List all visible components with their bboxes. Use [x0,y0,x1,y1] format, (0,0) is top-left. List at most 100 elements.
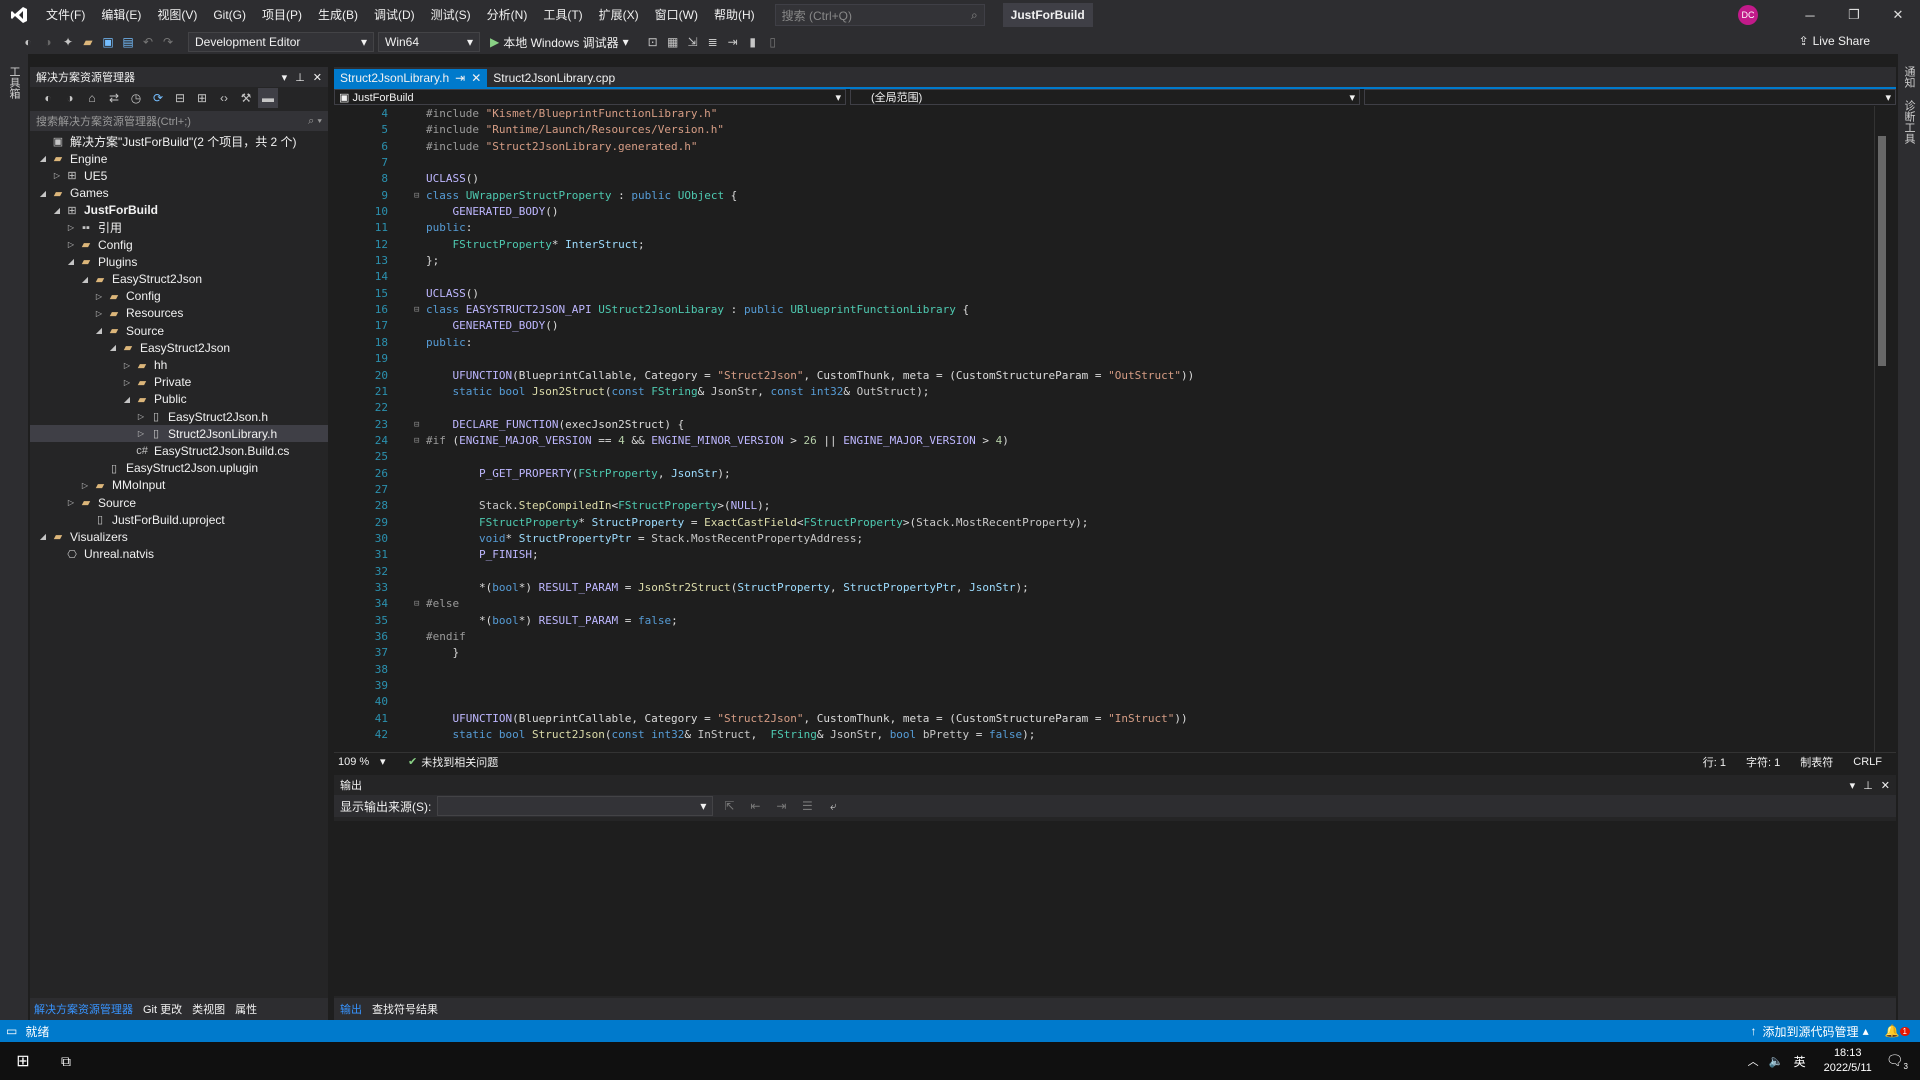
close-icon[interactable]: ✕ [1876,0,1920,30]
menu-item[interactable]: Git(G) [205,0,254,30]
start-debugging-button[interactable]: ▶ 本地 Windows 调试器 ▾ [490,34,629,51]
tree-item[interactable]: ◢ ▰ Visualizers [30,528,328,545]
tree-item[interactable]: ▷ ▯ Struct2JsonLibrary.h [30,425,328,443]
tabs-mode[interactable]: 制表符 [1800,754,1833,770]
close-icon[interactable]: ✕ [1881,779,1890,792]
platform-select[interactable]: Win64 ▾ [378,32,480,52]
tree-item[interactable]: ▷ ▰ MMoInput [30,477,328,494]
menu-item[interactable]: 工具(T) [535,0,590,30]
minimize-icon[interactable]: ─ [1788,0,1832,30]
issues-status[interactable]: 未找到相关问题 [421,754,498,770]
configuration-select[interactable]: Development Editor ▾ [188,32,374,52]
add-to-source-control-button[interactable]: 添加到源代码管理 [1763,1023,1859,1040]
code-editor[interactable]: 4 #include "Kismet/BlueprintFunctionLibra… [334,106,1874,752]
tree-item[interactable]: c# EasyStruct2Json.Build.cs [30,442,328,459]
fold-toggle-icon[interactable]: ⊟ [414,596,424,612]
collapsed-arrow-icon[interactable]: ▷ [134,412,148,421]
collapsed-arrow-icon[interactable]: ▷ [78,481,92,490]
fold-toggle-icon[interactable]: ⊟ [414,417,424,433]
tree-item[interactable]: ▣ 解决方案"JustForBuild"(2 个项目，共 2 个) [30,133,328,150]
menu-item[interactable]: 扩展(X) [591,0,647,30]
menu-item[interactable]: 生成(B) [310,0,366,30]
step-icon[interactable]: ⇲ [683,32,703,52]
expanded-arrow-icon[interactable]: ◢ [106,343,120,352]
redo-icon[interactable]: ↷ [158,32,178,52]
word-wrap-icon[interactable]: ⤶ [823,796,843,816]
indent-icon[interactable]: ⇥ [723,32,743,52]
expanded-arrow-icon[interactable]: ◢ [36,189,50,198]
search-input[interactable]: 搜索 (Ctrl+Q) ⌕ [774,4,985,26]
sync-icon[interactable]: ⟳ [148,88,168,108]
output-source-select[interactable]: ▾ [437,796,714,816]
menu-item[interactable]: 帮助(H) [706,0,763,30]
volume-icon[interactable]: 🔈 [1769,1054,1784,1068]
collapsed-arrow-icon[interactable]: ▷ [92,309,106,318]
collapsed-arrow-icon[interactable]: ▷ [64,240,78,249]
ime-indicator[interactable]: 英 [1794,1053,1806,1070]
notification-bell-icon[interactable]: 🔔 1 [1885,1024,1910,1038]
menu-item[interactable]: 调试(D) [366,0,423,30]
expanded-arrow-icon[interactable]: ◢ [120,395,134,404]
editor-tab[interactable]: Struct2JsonLibrary.h ⇥ ✕ [334,69,488,87]
back-icon[interactable]: ◐ [18,32,38,52]
new-project-icon[interactable]: ✦ [58,32,78,52]
tool-window-tab[interactable]: 解决方案资源管理器 [34,1001,133,1017]
collapsed-arrow-icon[interactable]: ▷ [120,361,134,370]
collapse-all-icon[interactable]: ⊟ [170,88,190,108]
collapsed-arrow-icon[interactable]: ▷ [120,378,134,387]
collapsed-arrow-icon[interactable]: ▷ [64,223,78,232]
task-view-icon[interactable]: ⧉ [46,1053,86,1070]
menu-item[interactable]: 分析(N) [479,0,536,30]
code-view-icon[interactable]: ‹› [214,88,234,108]
home-icon[interactable]: ⌂ [82,88,102,108]
tree-item[interactable]: ◢ ▰ EasyStruct2Json [30,271,328,288]
restore-icon[interactable]: ❐ [1832,0,1876,30]
tool-window-tab[interactable]: 类视图 [192,1001,225,1017]
global-scope-select[interactable]: (全局范围) ▾ [850,89,1360,105]
editor-tab[interactable]: Struct2JsonLibrary.cpp [487,69,621,87]
save-all-icon[interactable]: ▤ [118,32,138,52]
tree-item[interactable]: ◢ ▰ Engine [30,150,328,167]
scrollbar-thumb[interactable] [1878,136,1886,366]
close-icon[interactable]: ✕ [471,71,481,85]
line-ending[interactable]: CRLF [1853,756,1882,768]
member-scope-select[interactable]: ▾ [1364,89,1896,105]
tree-item[interactable]: ▯ EasyStruct2Json.uplugin [30,460,328,477]
back-icon[interactable]: ◐ [38,88,58,108]
go-to-message-icon[interactable]: ⇱ [719,796,739,816]
close-icon[interactable]: ✕ [313,71,322,84]
avatar[interactable]: DC [1738,5,1758,25]
output-tab[interactable]: 输出 [340,1001,362,1017]
properties-icon[interactable]: ⚒ [236,88,256,108]
chevron-up-icon[interactable]: ︿ [1748,1053,1759,1069]
tree-item[interactable]: ◢ ▰ Games [30,185,328,202]
tree-item[interactable]: ◢ ▰ Public [30,391,328,408]
menu-item[interactable]: 视图(V) [149,0,205,30]
windows-start-icon[interactable]: ⊞ [0,1051,46,1071]
fold-toggle-icon[interactable]: ⊟ [414,302,424,318]
tree-item[interactable]: ▷ ▰ Source [30,494,328,511]
open-file-icon[interactable]: ▰ [78,32,98,52]
save-icon[interactable]: ▣ [98,32,118,52]
switch-views-icon[interactable]: ⇄ [104,88,124,108]
prev-message-icon[interactable]: ⇤ [745,796,765,816]
menu-item[interactable]: 文件(F) [38,0,93,30]
menu-item[interactable]: 项目(P) [254,0,310,30]
attach-icon[interactable]: ⊡ [643,32,663,52]
project-scope-select[interactable]: ▣ JustForBuild ▾ [334,89,846,105]
output-text-area[interactable] [334,821,1896,996]
preview-icon[interactable]: ▬ [258,88,278,108]
clock[interactable]: 18:13 2022/5/11 [1824,1046,1872,1076]
tree-item[interactable]: ◢ ▰ Plugins [30,253,328,270]
tree-item[interactable]: ▷ ▰ Config [30,288,328,305]
pin-icon[interactable]: ⊥ [1863,779,1873,792]
chevron-up-icon[interactable]: ▴ [1863,1024,1869,1038]
tree-item[interactable]: ▯ JustForBuild.uproject [30,511,328,528]
expanded-arrow-icon[interactable]: ◢ [64,257,78,266]
forward-icon[interactable]: ◑ [38,32,58,52]
tree-item[interactable]: ◢ ⊞ JustForBuild [30,202,328,219]
chevron-down-icon[interactable]: ▾ [1850,779,1856,792]
pin-icon[interactable]: ⊥ [295,71,305,84]
expanded-arrow-icon[interactable]: ◢ [50,206,64,215]
menu-item[interactable]: 窗口(W) [647,0,706,30]
